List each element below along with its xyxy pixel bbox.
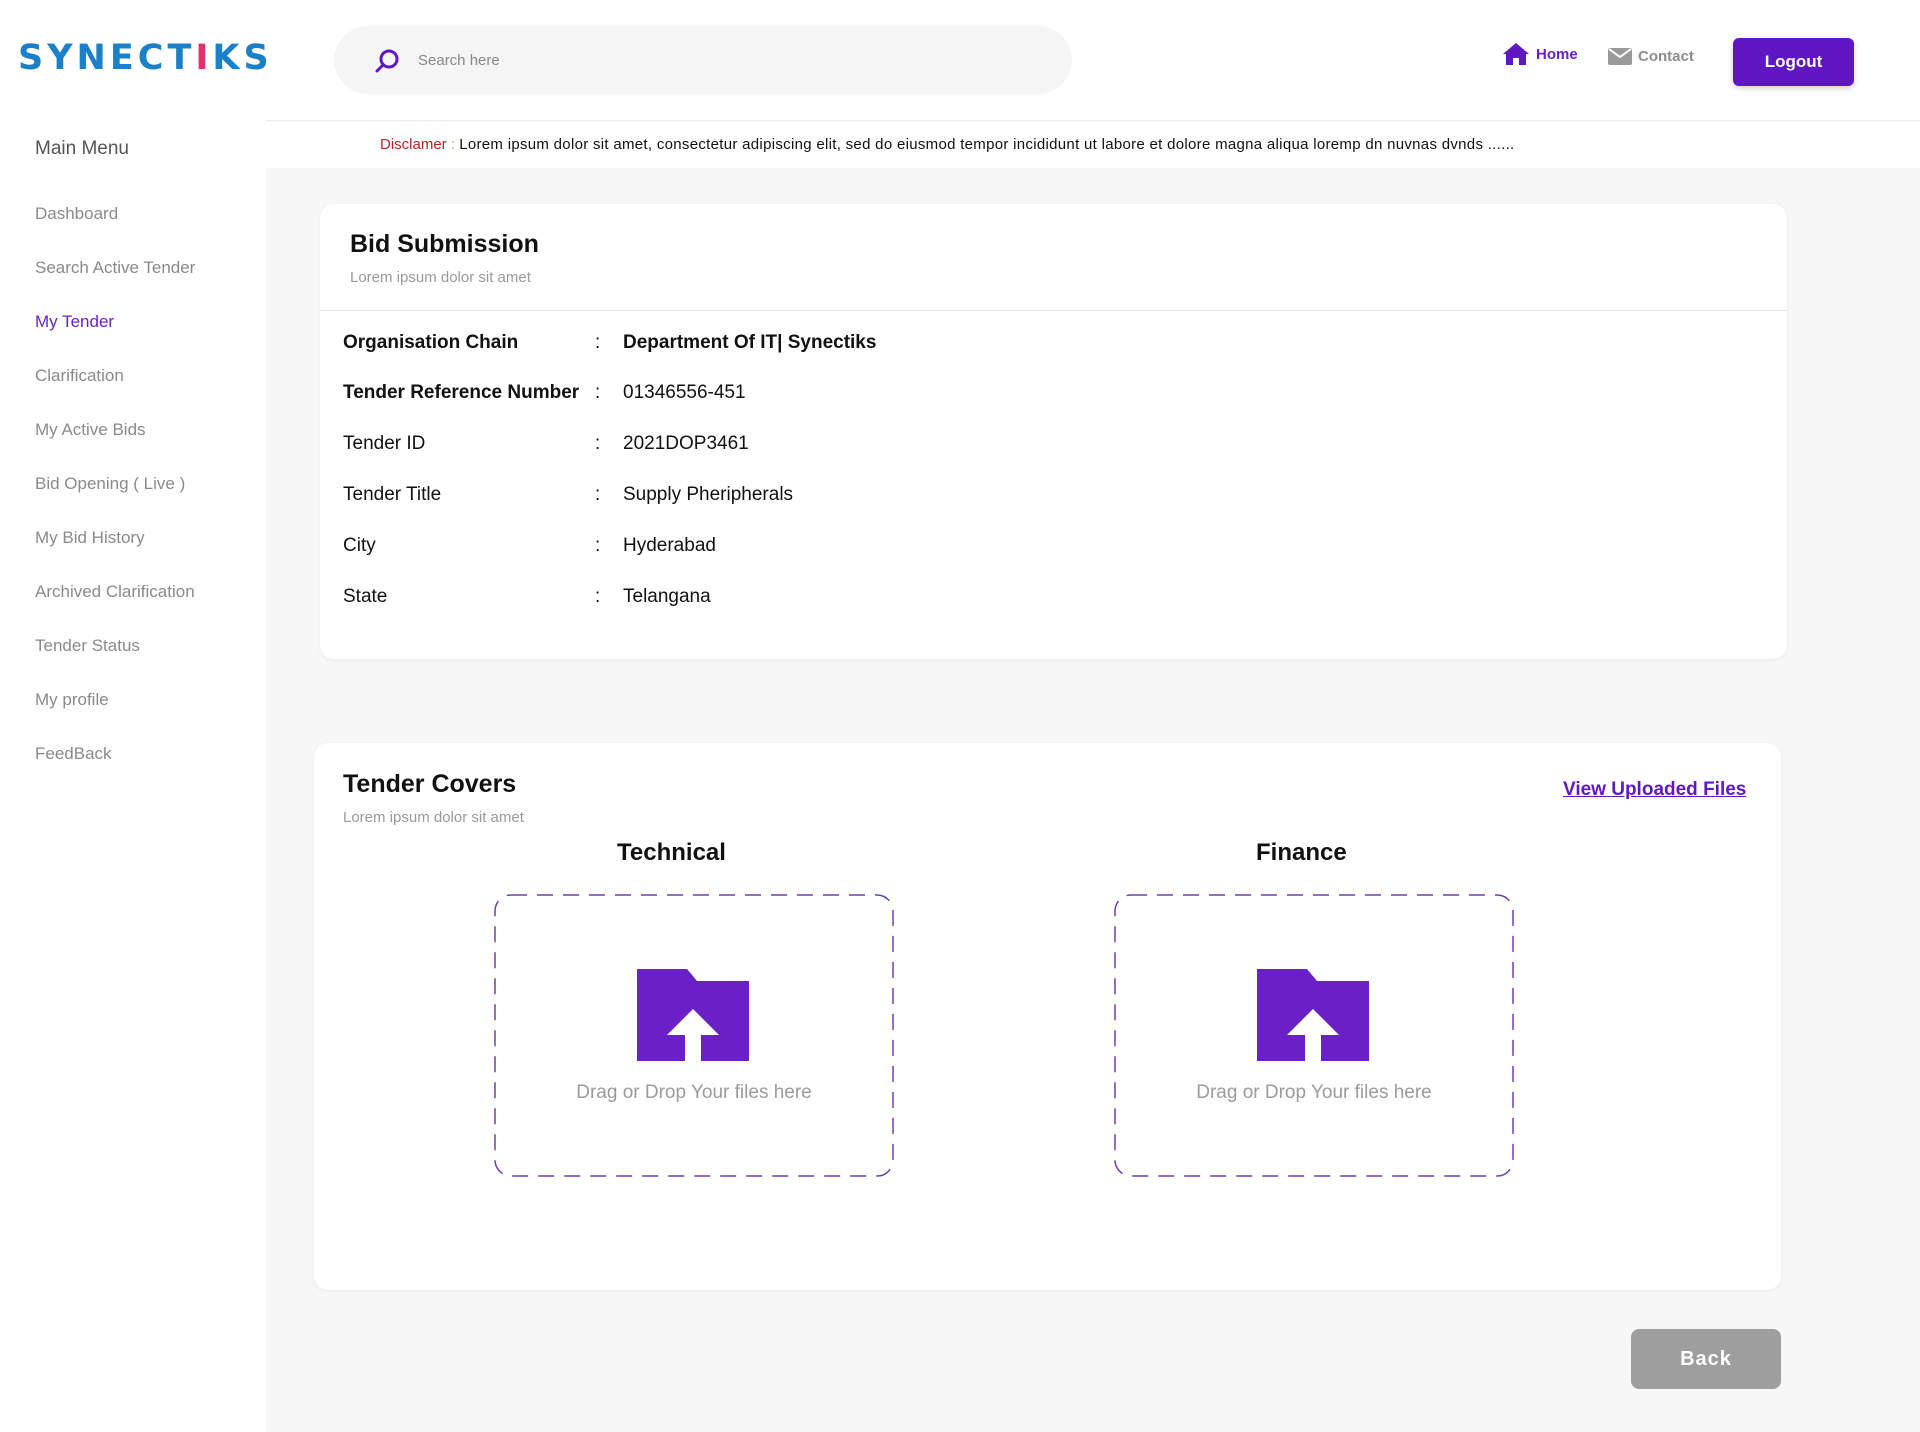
- disclaimer-separator: :: [450, 136, 456, 153]
- detail-row-organisation-chain: Organisation Chain : Department Of IT| S…: [343, 332, 876, 362]
- detail-label: City: [343, 535, 376, 556]
- detail-colon: :: [595, 332, 601, 353]
- detail-colon: :: [595, 535, 601, 556]
- detail-label: Organisation Chain: [343, 332, 519, 353]
- sidebar-item-my-tender[interactable]: My Tender: [35, 306, 195, 360]
- sidebar-item-my-active-bids[interactable]: My Active Bids: [35, 414, 195, 468]
- sidebar-item-search-active-tender[interactable]: Search Active Tender: [35, 252, 195, 306]
- detail-row-city: City : Hyderabad: [343, 535, 716, 565]
- disclaimer-label: Disclamer: [380, 136, 447, 153]
- detail-row-tender-reference-number: Tender Reference Number : 01346556-451: [343, 382, 746, 412]
- search-bar[interactable]: [334, 26, 1072, 94]
- sidebar-item-my-profile[interactable]: My profile: [35, 684, 195, 738]
- detail-label: State: [343, 586, 388, 607]
- top-header: Home Contact Logout: [266, 0, 1920, 121]
- detail-label: Tender Reference Number: [343, 382, 580, 403]
- main-menu-title: Main Menu: [35, 138, 129, 159]
- logout-button[interactable]: Logout: [1733, 38, 1854, 86]
- sidebar-item-tender-status[interactable]: Tender Status: [35, 630, 195, 684]
- detail-value: 01346556-451: [623, 382, 746, 403]
- view-uploaded-files-link[interactable]: View Uploaded Files: [1563, 779, 1746, 801]
- drop-text: Drag or Drop Your files here: [576, 1082, 812, 1103]
- technical-dropzone[interactable]: Drag or Drop Your files here: [494, 894, 894, 1177]
- detail-colon: :: [595, 433, 601, 454]
- detail-label: Tender Title: [343, 484, 442, 505]
- sidebar-item-bid-opening-live[interactable]: Bid Opening ( Live ): [35, 468, 195, 522]
- search-icon[interactable]: [374, 48, 400, 74]
- bid-submission-card: Bid Submission Lorem ipsum dolor sit ame…: [320, 204, 1787, 659]
- detail-value: 2021DOP3461: [623, 433, 749, 454]
- bid-submission-title: Bid Submission: [350, 230, 539, 258]
- finance-dropzone[interactable]: Drag or Drop Your files here: [1114, 894, 1514, 1177]
- detail-colon: :: [595, 484, 601, 505]
- disclaimer-bar: Disclamer : Lorem ipsum dolor sit amet, …: [266, 122, 1920, 168]
- tender-covers-title: Tender Covers: [343, 770, 517, 798]
- sidebar-item-archived-clarification[interactable]: Archived Clarification: [35, 576, 195, 630]
- contact-link[interactable]: Contact: [1608, 46, 1694, 66]
- tender-covers-card: Tender Covers Lorem ipsum dolor sit amet…: [314, 743, 1781, 1290]
- divider: [320, 310, 1787, 311]
- detail-value: Department Of IT| Synectiks: [623, 332, 877, 353]
- detail-row-state: State : Telangana: [343, 586, 711, 616]
- folder-upload-icon: [1257, 969, 1369, 1061]
- sidebar: SYNECTIKS Main Menu Dashboard Search Act…: [0, 0, 269, 1432]
- detail-row-tender-id: Tender ID : 2021DOP3461: [343, 433, 749, 463]
- tender-covers-subtitle: Lorem ipsum dolor sit amet: [343, 809, 524, 826]
- back-button[interactable]: Back: [1631, 1329, 1781, 1389]
- detail-label: Tender ID: [343, 433, 426, 454]
- sidebar-item-clarification[interactable]: Clarification: [35, 360, 195, 414]
- detail-colon: :: [595, 382, 601, 403]
- folder-upload-icon: [637, 969, 749, 1061]
- detail-value: Supply Pheripherals: [623, 484, 794, 505]
- home-icon: [1503, 43, 1529, 65]
- bid-submission-subtitle: Lorem ipsum dolor sit amet: [350, 269, 531, 286]
- finance-heading: Finance: [1256, 839, 1347, 866]
- sidebar-item-my-bid-history[interactable]: My Bid History: [35, 522, 195, 576]
- sidebar-item-dashboard[interactable]: Dashboard: [35, 198, 195, 252]
- detail-value: Hyderabad: [623, 535, 716, 556]
- search-input[interactable]: [418, 43, 1018, 77]
- sidebar-item-feedback[interactable]: FeedBack: [35, 738, 195, 792]
- envelope-icon: [1608, 48, 1632, 65]
- main-menu: Dashboard Search Active Tender My Tender…: [35, 198, 195, 792]
- disclaimer-text: Lorem ipsum dolor sit amet, consectetur …: [459, 136, 1515, 153]
- home-label: Home: [1536, 45, 1578, 63]
- drop-text: Drag or Drop Your files here: [1196, 1082, 1432, 1103]
- synectiks-logo[interactable]: SYNECTIKS: [18, 38, 273, 78]
- technical-heading: Technical: [617, 839, 726, 866]
- detail-row-tender-title: Tender Title : Supply Pheripherals: [343, 484, 793, 514]
- home-link[interactable]: Home: [1502, 42, 1578, 66]
- detail-value: Telangana: [623, 586, 711, 607]
- detail-colon: :: [595, 586, 601, 607]
- contact-label: Contact: [1638, 47, 1694, 65]
